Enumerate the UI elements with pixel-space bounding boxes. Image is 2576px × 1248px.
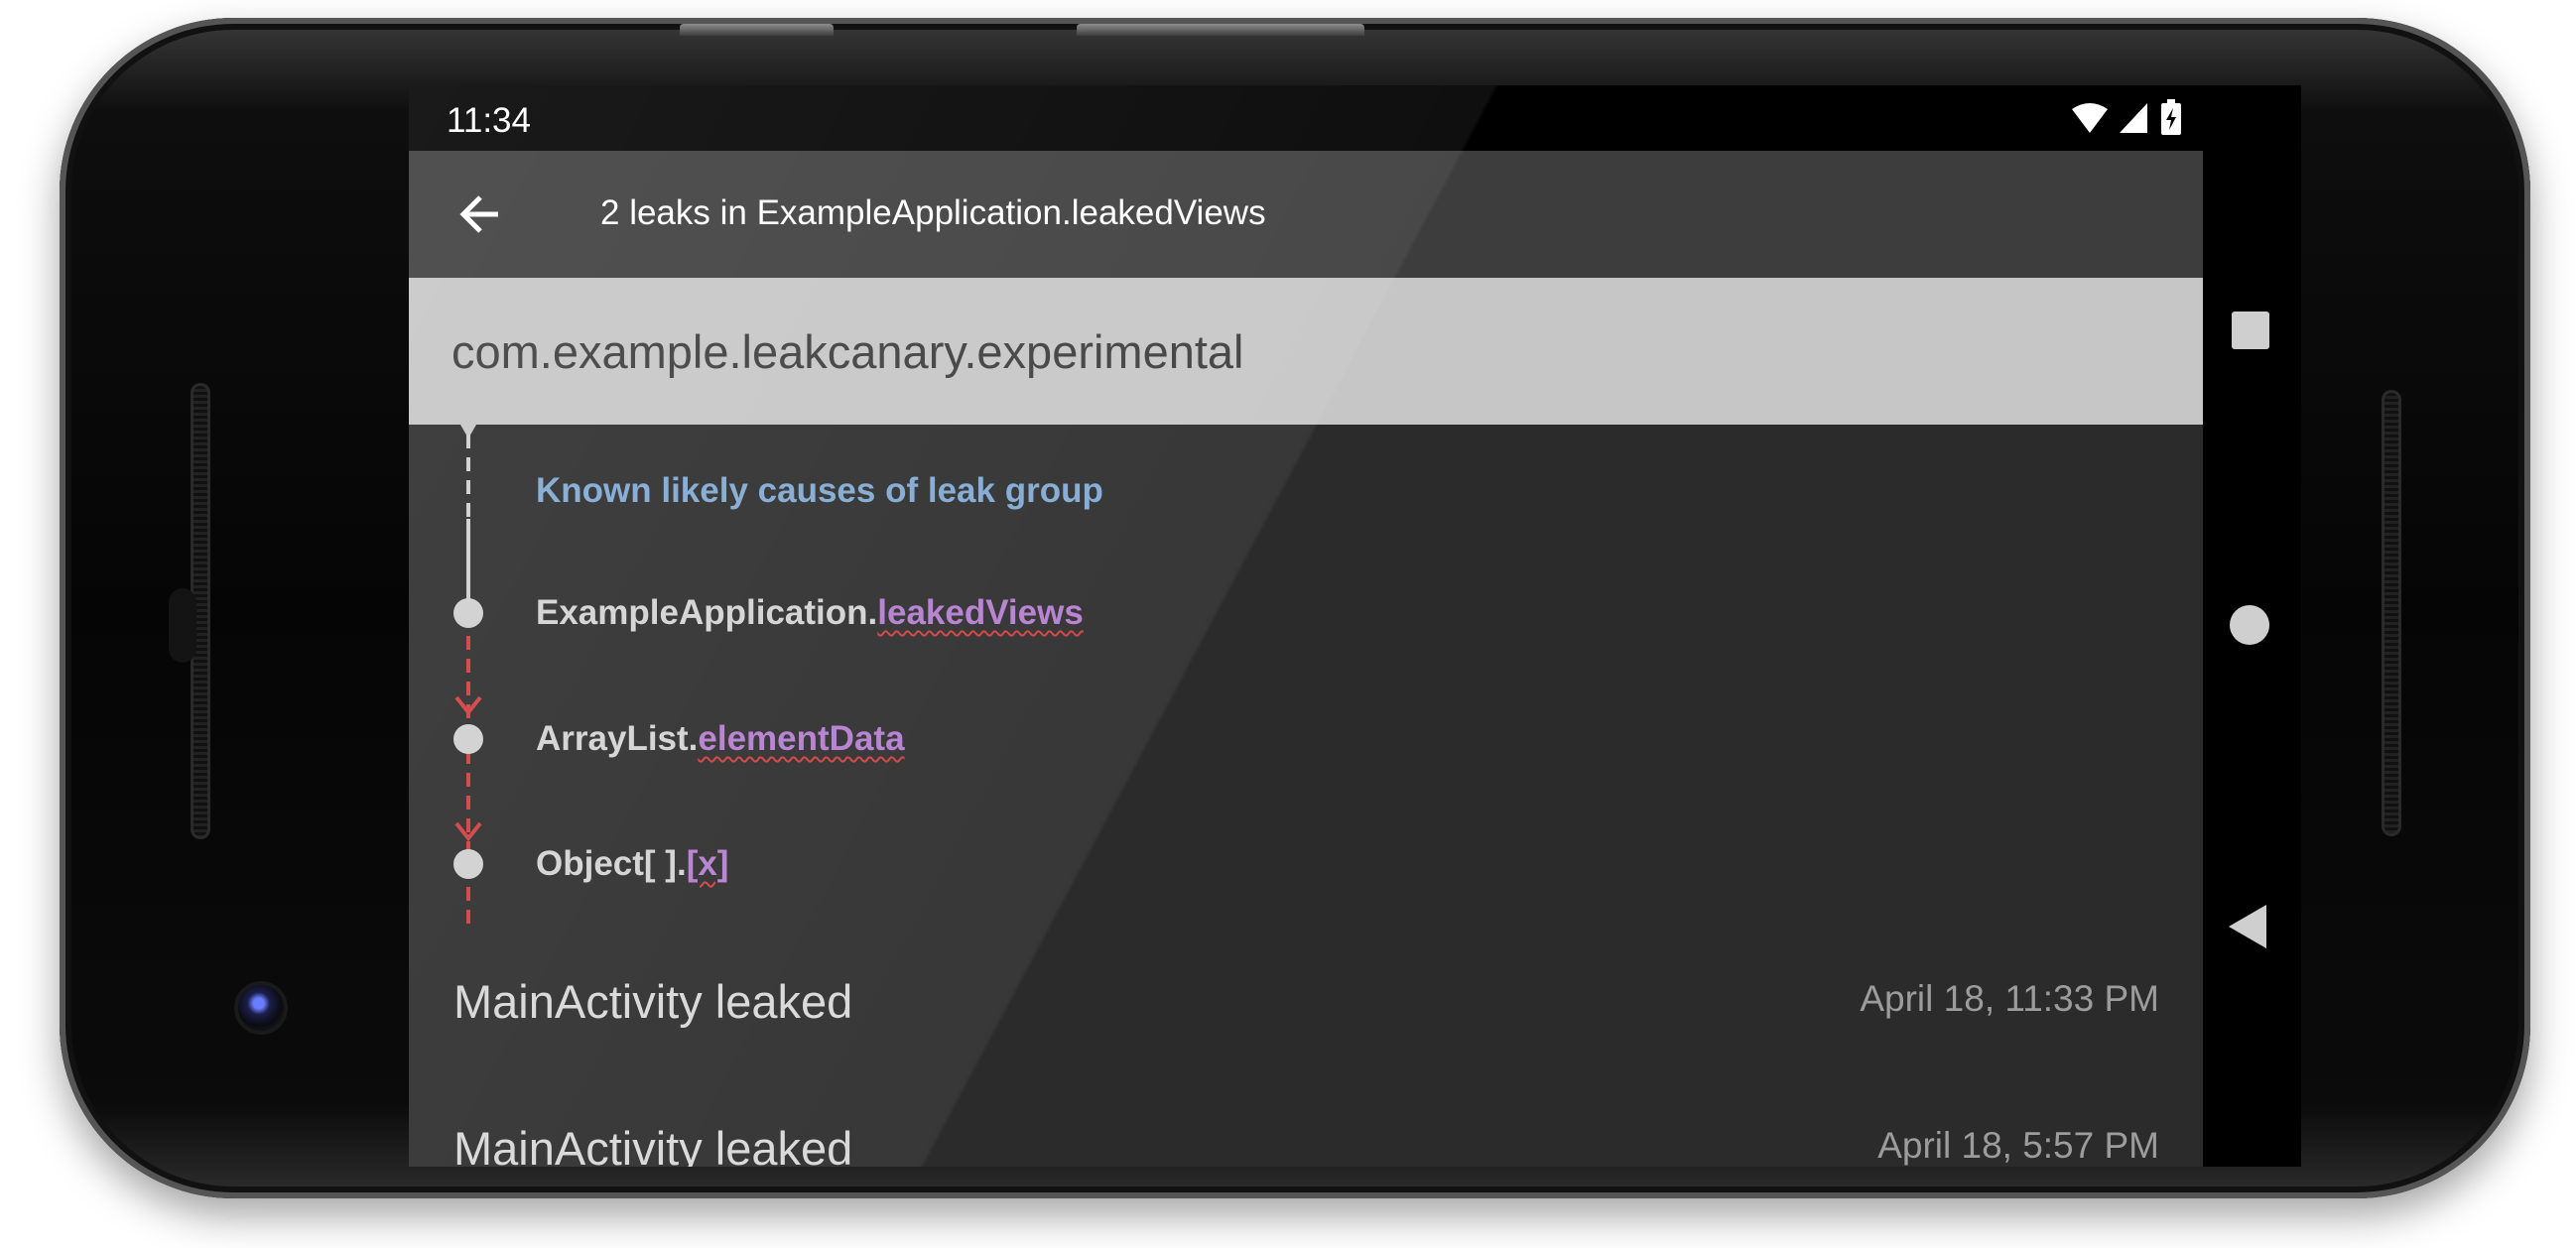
front-camera [238,985,284,1031]
trace-node-class: ArrayList. [536,719,699,758]
known-causes-link[interactable]: Known likely causes of leak group [536,471,1103,511]
proximity-sensor [169,588,196,663]
wifi-icon [2072,103,2108,133]
trace-node-field: leakedViews [877,593,1084,632]
status-icons [2064,99,2203,139]
leak-title: MainActivity leaked [453,975,853,1028]
trace-node-field: [x] [686,844,729,883]
app-content: 2 leaks in ExampleApplication.leakedView… [409,151,2203,1167]
leak-list-item[interactable]: MainActivity leaked April 18, 11:33 PM [409,931,2203,1079]
leak-date: April 18, 5:57 PM [1877,1125,2159,1166]
right-speaker [2382,390,2401,836]
leak-title: MainActivity leaked [453,1122,853,1167]
square-recents-icon[interactable] [2232,312,2269,349]
leak-group-title: com.example.leakcanary.experimental [451,325,1244,378]
trace-node: ArrayList.elementData [536,719,905,759]
back-button[interactable] [451,185,510,244]
leak-group-header[interactable]: com.example.leakcanary.experimental [409,278,2203,425]
screen: 11:34 2 leaks in ExampleApplication.leak… [409,85,2301,1167]
leak-list-item[interactable]: MainActivity leaked April 18, 5:57 PM [409,1077,2203,1167]
trace-node-dot [453,724,483,754]
leak-date: April 18, 11:33 PM [1860,978,2159,1019]
trace-node-dot [453,598,483,628]
power-button [680,24,834,36]
phone-frame: 11:34 2 leaks in ExampleApplication.leak… [60,18,2530,1198]
trace-node-dot [453,849,483,879]
toolbar-title: 2 leaks in ExampleApplication.leakedView… [600,193,1266,232]
navigation-bar [2203,85,2301,1167]
trace-node-class: ExampleApplication. [536,593,878,632]
status-time: 11:34 [447,101,531,140]
circle-home-icon[interactable] [2230,605,2269,645]
cell-signal-icon [2120,103,2147,133]
trace-node: Object[ ].[x] [536,844,728,884]
volume-button [1077,24,1364,36]
trace-node: ExampleApplication.leakedViews [536,593,1084,633]
trace-node-class: Object[ ]. [536,844,687,883]
toolbar: 2 leaks in ExampleApplication.leakedView… [409,151,2203,278]
leak-trace: Known likely causes of leak group Exampl… [409,425,2203,931]
trace-node-field: elementData [698,719,905,758]
status-bar: 11:34 [409,85,2203,151]
arrow-back-icon [459,195,498,233]
triangle-back-icon[interactable] [2229,905,2266,948]
